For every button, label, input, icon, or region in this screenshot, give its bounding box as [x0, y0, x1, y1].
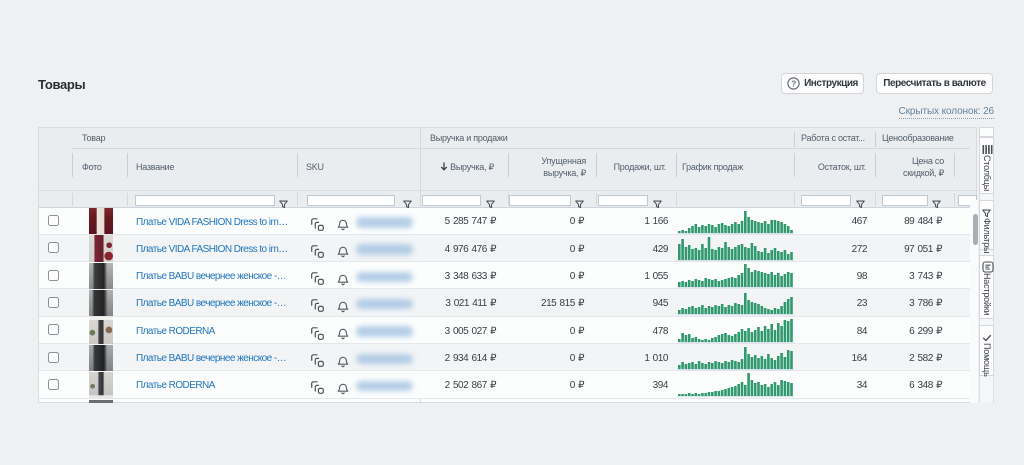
svg-text:?: ?	[791, 78, 796, 88]
